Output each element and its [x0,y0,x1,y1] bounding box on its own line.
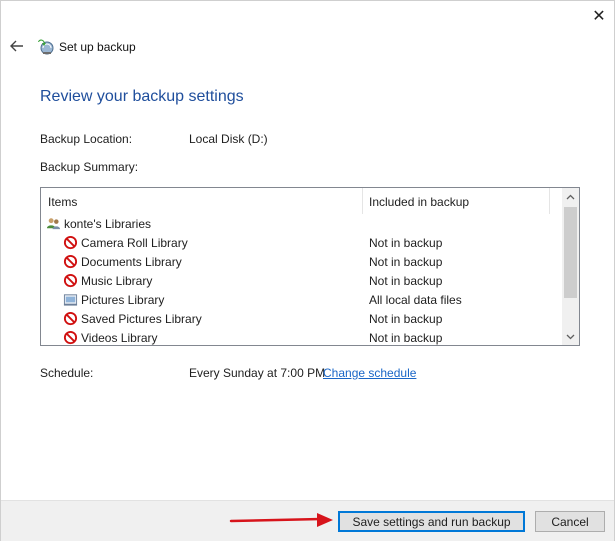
item-status: Not in backup [369,312,443,326]
list-item[interactable]: Documents Library Not in backup [41,252,562,271]
close-icon: ✕ [592,8,606,25]
backup-summary-list[interactable]: Items Included in backup konte's Librari… [40,187,580,346]
item-name: Documents Library [81,255,182,269]
red-arrow-icon [229,513,333,527]
scroll-up-button[interactable] [562,188,579,205]
schedule-label: Schedule: [40,366,94,380]
item-name: Saved Pictures Library [81,312,202,326]
close-button[interactable]: ✕ [584,1,614,31]
list-header: Items Included in backup [41,188,562,214]
column-header-items[interactable]: Items [48,195,77,209]
library-icon [63,294,78,306]
list-item[interactable]: Videos Library Not in backup [41,328,562,345]
column-header-included[interactable]: Included in backup [369,195,469,209]
item-status: Not in backup [369,274,443,288]
backup-icon [38,39,54,55]
list-item[interactable]: Music Library Not in backup [41,271,562,290]
item-name: Videos Library [81,331,158,345]
not-included-icon [63,311,78,326]
scrollbar-thumb[interactable] [564,207,577,298]
scroll-down-button[interactable] [562,328,579,345]
item-status: Not in backup [369,255,443,269]
item-status: Not in backup [369,331,443,345]
item-name: Pictures Library [81,293,165,307]
list-group-row[interactable]: konte's Libraries [41,214,562,233]
chevron-up-icon [566,194,575,199]
chevron-down-icon [566,334,575,339]
vertical-scrollbar[interactable] [562,188,579,345]
list-item[interactable]: Pictures Library All local data files [41,290,562,309]
save-and-run-button[interactable]: Save settings and run backup [338,511,525,532]
schedule-value: Every Sunday at 7:00 PM [189,366,326,380]
cancel-button[interactable]: Cancel [535,511,605,532]
backup-location-label: Backup Location: [40,132,133,146]
backup-location-value: Local Disk (D:) [189,132,268,146]
not-included-icon [63,254,78,269]
page-heading: Review your backup settings [40,88,244,105]
not-included-icon [63,330,78,345]
list-item[interactable]: Camera Roll Library Not in backup [41,233,562,252]
back-button[interactable] [7,36,27,56]
wizard-title: Set up backup [59,40,136,54]
not-included-icon [63,235,78,250]
backup-wizard-window: ✕ Set up backup Review your backup setti… [0,0,615,541]
item-name: Camera Roll Library [81,236,188,250]
list-item[interactable]: Saved Pictures Library Not in backup [41,309,562,328]
not-included-icon [63,273,78,288]
change-schedule-link[interactable]: Change schedule [323,366,416,380]
backup-summary-label: Backup Summary: [40,160,139,174]
back-arrow-icon [10,40,23,52]
users-icon [46,218,61,230]
item-status: All local data files [369,293,462,307]
list-group-label: konte's Libraries [64,217,151,231]
item-status: Not in backup [369,236,443,250]
item-name: Music Library [81,274,153,288]
